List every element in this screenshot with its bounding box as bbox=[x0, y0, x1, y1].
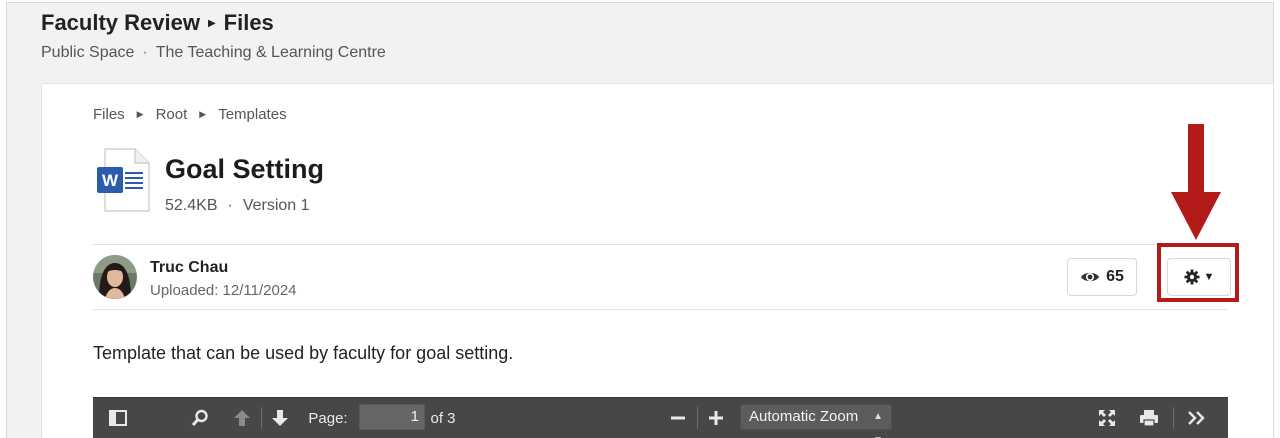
eye-icon bbox=[1080, 270, 1100, 284]
caret-right-icon: ▶ bbox=[207, 17, 216, 29]
word-document-icon: W bbox=[95, 148, 151, 212]
page-number-input[interactable]: 1 bbox=[359, 404, 425, 430]
file-title: Goal Setting bbox=[165, 154, 325, 184]
page-title-section: Files bbox=[223, 10, 274, 35]
views-button[interactable]: 65 bbox=[1067, 258, 1137, 296]
separator-dot: · bbox=[142, 44, 148, 61]
divider bbox=[93, 309, 1228, 310]
page-title: Faculty Review ▶ Files bbox=[41, 10, 386, 36]
previous-page-icon[interactable] bbox=[229, 398, 255, 438]
file-version[interactable]: Version 1 bbox=[243, 197, 310, 215]
divider bbox=[93, 244, 1228, 245]
presentation-mode-icon[interactable] bbox=[1093, 398, 1121, 438]
page-label: Page: bbox=[308, 409, 348, 427]
breadcrumb-root[interactable]: Root bbox=[156, 106, 188, 123]
page-total: of 3 bbox=[430, 409, 456, 427]
zoom-select[interactable]: Automatic Zoom ▲▼ bbox=[740, 404, 892, 438]
toolbar-separator bbox=[697, 407, 698, 429]
toolbar-separator bbox=[1173, 407, 1174, 429]
app-frame: Faculty Review ▶ Files Public Space · Th… bbox=[6, 2, 1274, 438]
page-title-space[interactable]: Faculty Review bbox=[41, 10, 200, 36]
uploader-name[interactable]: Truc Chau bbox=[150, 259, 228, 277]
file-meta: 52.4KB · Version 1 bbox=[165, 197, 310, 215]
avatar[interactable] bbox=[93, 255, 137, 299]
breadcrumb: Files ▶ Root ▶ Templates bbox=[93, 106, 287, 123]
zoom-in-icon[interactable] bbox=[705, 398, 727, 438]
space-name-link[interactable]: The Teaching & Learning Centre bbox=[156, 44, 386, 62]
caret-right-icon: ▶ bbox=[136, 109, 144, 119]
tools-menu-icon[interactable] bbox=[1181, 398, 1211, 438]
breadcrumb-files[interactable]: Files bbox=[93, 106, 125, 123]
file-size: 52.4KB bbox=[165, 197, 218, 214]
search-icon[interactable] bbox=[187, 398, 213, 438]
file-card: Files ▶ Root ▶ Templates W Goal Setting … bbox=[41, 83, 1273, 438]
breadcrumb-templates[interactable]: Templates bbox=[218, 106, 286, 123]
zoom-out-icon[interactable] bbox=[667, 398, 689, 438]
select-arrows-icon: ▲▼ bbox=[873, 411, 883, 438]
caret-right-icon: ▶ bbox=[199, 109, 207, 119]
pdf-viewer-toolbar: Page: 1 of 3 Automatic Zoom ▲▼ bbox=[93, 397, 1228, 438]
separator-dot: · bbox=[227, 197, 233, 214]
zoom-value: Automatic Zoom bbox=[749, 408, 859, 425]
word-icon-letter: W bbox=[102, 171, 119, 190]
toolbar-separator bbox=[261, 407, 262, 429]
print-icon[interactable] bbox=[1135, 398, 1163, 438]
annotation-highlight-box bbox=[1157, 243, 1239, 302]
views-count: 65 bbox=[1106, 268, 1124, 285]
page-subtitle: Public Space · The Teaching & Learning C… bbox=[41, 44, 386, 62]
next-page-icon[interactable] bbox=[267, 398, 293, 438]
annotation-arrow-icon bbox=[1171, 124, 1221, 242]
file-description: Template that can be used by faculty for… bbox=[93, 343, 514, 363]
space-type: Public Space bbox=[41, 44, 135, 61]
page-header: Faculty Review ▶ Files Public Space · Th… bbox=[41, 10, 386, 62]
sidebar-toggle-icon[interactable] bbox=[105, 398, 131, 438]
upload-date: Uploaded: 12/11/2024 bbox=[150, 282, 297, 299]
